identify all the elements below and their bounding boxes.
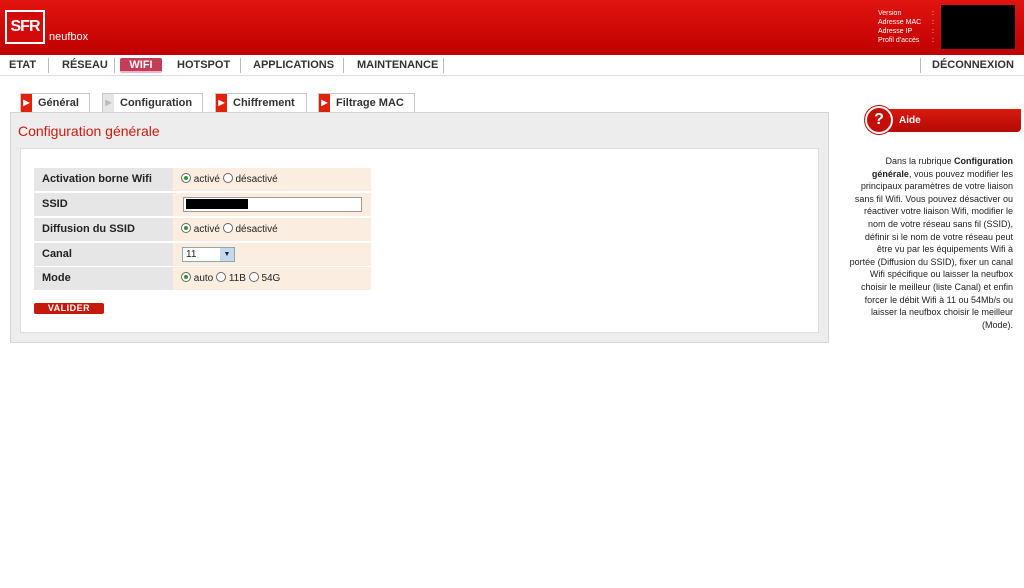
tab-general[interactable]: ▶ Général bbox=[20, 93, 90, 112]
activation-field: activé désactivé bbox=[173, 168, 371, 191]
info-profile-label: Profil d'accès bbox=[878, 37, 920, 44]
sfr-logo: SFR bbox=[5, 10, 45, 44]
nav-separator bbox=[240, 58, 241, 73]
mode-54g-radio[interactable] bbox=[248, 272, 259, 282]
radio-label: 54G bbox=[261, 273, 281, 284]
mode-field: auto 11B 54G bbox=[173, 267, 371, 290]
canal-select[interactable]: 11 ▼ bbox=[182, 247, 235, 262]
brand-name: neufbox bbox=[49, 31, 89, 43]
ssid-redacted bbox=[186, 199, 248, 209]
tab-label: Configuration bbox=[120, 97, 193, 109]
activation-on-radio[interactable] bbox=[181, 173, 191, 183]
info-ip-label: Adresse IP bbox=[878, 28, 913, 35]
diffusion-off-radio[interactable] bbox=[222, 223, 233, 233]
diffusion-label: Diffusion du SSID bbox=[34, 218, 173, 241]
mode-label: Mode bbox=[34, 267, 173, 290]
ssid-label: SSID bbox=[34, 193, 173, 216]
arrow-right-icon: ▶ bbox=[216, 94, 227, 112]
mode-auto-radio[interactable] bbox=[181, 272, 191, 282]
canal-label: Canal bbox=[34, 243, 173, 266]
help-text: Dans la rubrique Configuration générale,… bbox=[849, 155, 1013, 331]
section-title: Configuration générale bbox=[18, 123, 160, 139]
radio-label: activé bbox=[193, 224, 220, 235]
nav-separator bbox=[343, 58, 344, 73]
diffusion-field: activé désactivé bbox=[173, 218, 371, 241]
header-bar: SFR neufbox Version: Adresse MAC: Adress… bbox=[0, 0, 1024, 55]
mode-11b-radio[interactable] bbox=[216, 272, 227, 282]
nav-logout[interactable]: DÉCONNEXION bbox=[932, 58, 1014, 73]
main-nav: ETAT RÉSEAU WIFI HOTSPOT APPLICATIONS MA… bbox=[0, 55, 1024, 76]
nav-wifi[interactable]: WIFI bbox=[120, 58, 162, 73]
tab-configuration[interactable]: ▶ Configuration bbox=[102, 93, 203, 112]
chevron-down-icon[interactable]: ▼ bbox=[220, 248, 234, 261]
arrow-right-icon: ▶ bbox=[103, 94, 114, 112]
nav-separator bbox=[48, 58, 49, 73]
validate-button[interactable]: VALIDER bbox=[34, 303, 104, 314]
radio-label: désactivé bbox=[235, 174, 278, 185]
tab-label: Filtrage MAC bbox=[336, 97, 404, 109]
help-text-rest: , vous pouvez modifier les principaux pa… bbox=[849, 168, 1013, 330]
help-title: Aide bbox=[899, 115, 921, 126]
radio-label: activé bbox=[193, 174, 220, 185]
nav-maintenance[interactable]: MAINTENANCE bbox=[357, 58, 438, 73]
nav-hotspot[interactable]: HOTSPOT bbox=[177, 58, 230, 73]
help-text-lead: Dans la rubrique bbox=[885, 156, 954, 166]
device-info-redacted bbox=[941, 5, 1015, 49]
tab-chiffrement[interactable]: ▶ Chiffrement bbox=[215, 93, 307, 112]
canal-value: 11 bbox=[186, 249, 197, 260]
nav-separator bbox=[443, 58, 444, 73]
info-version-label: Version bbox=[878, 10, 902, 17]
nav-etat[interactable]: ETAT bbox=[9, 58, 36, 73]
device-info: Version: Adresse MAC: Adresse IP: Profil… bbox=[878, 10, 934, 44]
radio-label: 11B bbox=[228, 273, 246, 284]
nav-applications[interactable]: APPLICATIONS bbox=[253, 58, 334, 73]
info-mac-label: Adresse MAC bbox=[878, 19, 922, 26]
radio-label: auto bbox=[193, 273, 214, 284]
arrow-right-icon: ▶ bbox=[21, 94, 32, 112]
activation-off-radio[interactable] bbox=[222, 173, 233, 183]
nav-reseau[interactable]: RÉSEAU bbox=[62, 58, 108, 73]
tab-label: Général bbox=[38, 97, 79, 109]
arrow-right-icon: ▶ bbox=[319, 94, 330, 112]
radio-label: désactivé bbox=[235, 224, 278, 235]
activation-label: Activation borne Wifi bbox=[34, 168, 173, 191]
nav-separator bbox=[920, 58, 921, 73]
help-icon: ? bbox=[865, 106, 893, 134]
diffusion-on-radio[interactable] bbox=[181, 223, 191, 233]
nav-separator bbox=[114, 58, 115, 73]
tab-label: Chiffrement bbox=[233, 97, 295, 109]
tab-filtrage-mac[interactable]: ▶ Filtrage MAC bbox=[318, 93, 415, 112]
